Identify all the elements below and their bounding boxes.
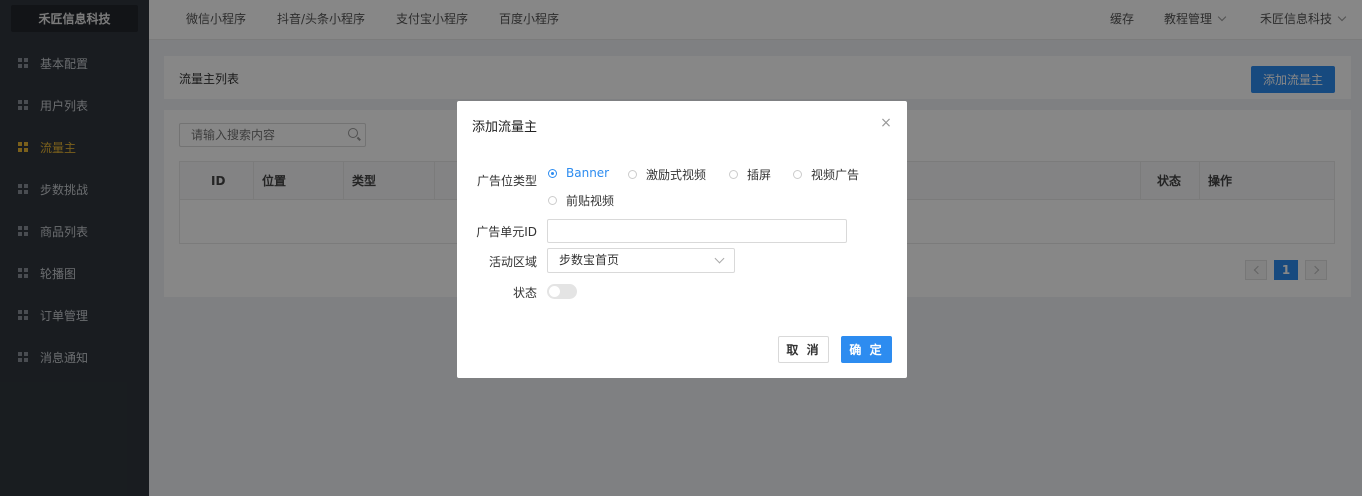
region-label: 活动区域 <box>488 255 537 269</box>
radio-rewarded-video[interactable]: 激励式视频 <box>628 166 706 183</box>
cancel-button[interactable]: 取 消 <box>778 336 829 363</box>
unit-id-label: 广告单元ID <box>476 225 537 239</box>
status-toggle[interactable] <box>547 284 577 299</box>
radio-banner[interactable]: Banner <box>548 166 609 180</box>
modal-title: 添加流量主 <box>472 120 538 135</box>
radio-video-ad[interactable]: 视频广告 <box>793 166 859 183</box>
unit-id-input[interactable] <box>547 219 847 243</box>
radio-unchecked-icon <box>729 170 738 179</box>
close-icon[interactable]: × <box>879 116 893 130</box>
status-label: 状态 <box>512 286 537 300</box>
radio-unchecked-icon <box>793 170 802 179</box>
region-select[interactable]: 步数宝首页 <box>547 248 735 273</box>
region-value: 步数宝首页 <box>559 253 620 267</box>
radio-unchecked-icon <box>548 196 557 205</box>
confirm-button[interactable]: 确 定 <box>841 336 892 363</box>
add-traffic-master-dialog: 添加流量主 × 广告位类型 Banner 激励式视频 插屏 视频广告 前贴视频 … <box>457 101 907 378</box>
toggle-knob <box>549 286 560 297</box>
ad-type-label: 广告位类型 <box>476 174 537 188</box>
chevron-down-icon <box>714 253 725 264</box>
radio-preroll-video[interactable]: 前贴视频 <box>548 192 614 209</box>
radio-checked-icon <box>548 168 557 178</box>
radio-interstitial[interactable]: 插屏 <box>729 166 771 183</box>
radio-unchecked-icon <box>628 170 637 179</box>
